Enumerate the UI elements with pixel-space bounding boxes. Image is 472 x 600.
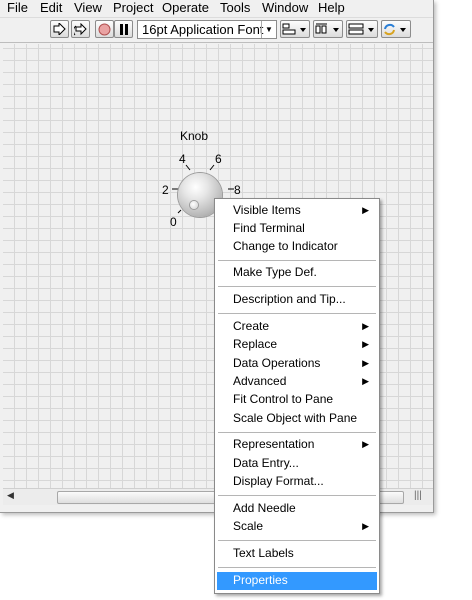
menu-item-label: Display Format... <box>233 474 324 488</box>
font-selector[interactable]: 16pt Application Font ▼ <box>137 20 277 39</box>
knob-indicator <box>190 201 198 209</box>
menu-item-label: Data Operations <box>233 356 321 370</box>
menu-separator <box>218 540 376 541</box>
pause-icon[interactable] <box>114 20 133 38</box>
menu-item-description-and-tip[interactable]: Description and Tip... <box>217 291 377 309</box>
submenu-arrow-icon: ▶ <box>362 321 369 331</box>
menu-item-label: Data Entry... <box>233 456 299 470</box>
menu-item-label: Change to Indicator <box>233 239 338 253</box>
submenu-arrow-icon: ▶ <box>362 376 369 386</box>
menu-help[interactable]: Help <box>318 0 345 17</box>
menu-item-fit-control-to-pane[interactable]: Fit Control to Pane <box>217 391 377 409</box>
menu-item-scale[interactable]: Scale ▶ <box>217 518 377 536</box>
submenu-arrow-icon: ▶ <box>362 439 369 449</box>
menu-separator <box>218 286 376 287</box>
menu-item-label: Fit Control to Pane <box>233 392 334 406</box>
menu-separator <box>218 495 376 496</box>
menu-separator <box>218 313 376 314</box>
menu-window[interactable]: Window <box>262 0 308 17</box>
menu-item-visible-items[interactable]: Visible Items ▶ <box>217 202 377 220</box>
menu-item-replace[interactable]: Replace ▶ <box>217 336 377 354</box>
menu-item-label: Replace <box>233 337 278 351</box>
run-arrow-icon[interactable] <box>50 20 69 38</box>
menu-item-label: Make Type Def. <box>233 265 317 279</box>
menu-item-change-to-indicator[interactable]: Change to Indicator <box>217 238 377 256</box>
menu-view[interactable]: View <box>74 0 102 17</box>
menu-item-find-terminal[interactable]: Find Terminal <box>217 220 377 238</box>
toolbar: 16pt Application Font ▼ <box>0 18 433 43</box>
menu-item-label: Create <box>233 319 270 333</box>
menu-tools[interactable]: Tools <box>220 0 250 17</box>
menu-separator <box>218 567 376 568</box>
abort-icon[interactable] <box>95 20 114 38</box>
menu-item-label: Find Terminal <box>233 221 305 235</box>
resize-objects-icon[interactable] <box>346 20 378 38</box>
align-objects-icon[interactable] <box>280 20 310 38</box>
menu-item-label: Representation <box>233 437 315 451</box>
menu-item-label: Add Needle <box>233 501 296 515</box>
context-menu: Visible Items ▶ Find Terminal Change to … <box>214 198 380 594</box>
menu-separator <box>218 432 376 433</box>
menu-item-properties[interactable]: Properties <box>217 572 377 590</box>
menu-item-display-format[interactable]: Display Format... <box>217 473 377 491</box>
run-continuously-icon[interactable] <box>71 20 90 38</box>
menu-item-create[interactable]: Create ▶ <box>217 318 377 336</box>
distribute-objects-icon[interactable] <box>313 20 343 38</box>
menu-item-label: Properties <box>233 573 288 587</box>
menu-item-label: Scale <box>233 519 264 533</box>
font-selector-value: 16pt Application Font <box>142 22 264 37</box>
menu-item-label: Scale Object with Pane <box>233 411 358 425</box>
menu-item-add-needle[interactable]: Add Needle <box>217 500 377 518</box>
menu-item-data-entry[interactable]: Data Entry... <box>217 455 377 473</box>
menu-bar: File Edit View Project Operate Tools Win… <box>0 0 433 18</box>
menu-file[interactable]: File <box>7 0 28 17</box>
menu-item-make-type-def[interactable]: Make Type Def. <box>217 264 377 282</box>
submenu-arrow-icon: ▶ <box>362 358 369 368</box>
menu-operate[interactable]: Operate <box>162 0 209 17</box>
menu-edit[interactable]: Edit <box>40 0 62 17</box>
chevron-down-icon: ▼ <box>261 21 276 38</box>
menu-item-text-labels[interactable]: Text Labels <box>217 545 377 563</box>
scrollbar-grip-icon: ||| <box>414 490 422 501</box>
menu-item-label: Text Labels <box>233 546 294 560</box>
menu-item-label: Advanced <box>233 374 287 388</box>
reorder-icon[interactable] <box>381 20 411 38</box>
submenu-arrow-icon: ▶ <box>362 521 369 531</box>
menu-item-representation[interactable]: Representation ▶ <box>217 436 377 454</box>
menu-project[interactable]: Project <box>113 0 153 17</box>
menu-separator <box>218 260 376 261</box>
menu-item-label: Description and Tip... <box>233 292 346 306</box>
submenu-arrow-icon: ▶ <box>362 205 369 215</box>
scroll-left-icon[interactable]: ◀ <box>7 490 14 501</box>
menu-item-advanced[interactable]: Advanced ▶ <box>217 373 377 391</box>
menu-item-data-operations[interactable]: Data Operations ▶ <box>217 355 377 373</box>
submenu-arrow-icon: ▶ <box>362 339 369 349</box>
menu-item-scale-object-with-pane[interactable]: Scale Object with Pane <box>217 410 377 428</box>
knob-label[interactable]: Knob <box>180 129 208 143</box>
menu-item-label: Visible Items <box>233 203 301 217</box>
